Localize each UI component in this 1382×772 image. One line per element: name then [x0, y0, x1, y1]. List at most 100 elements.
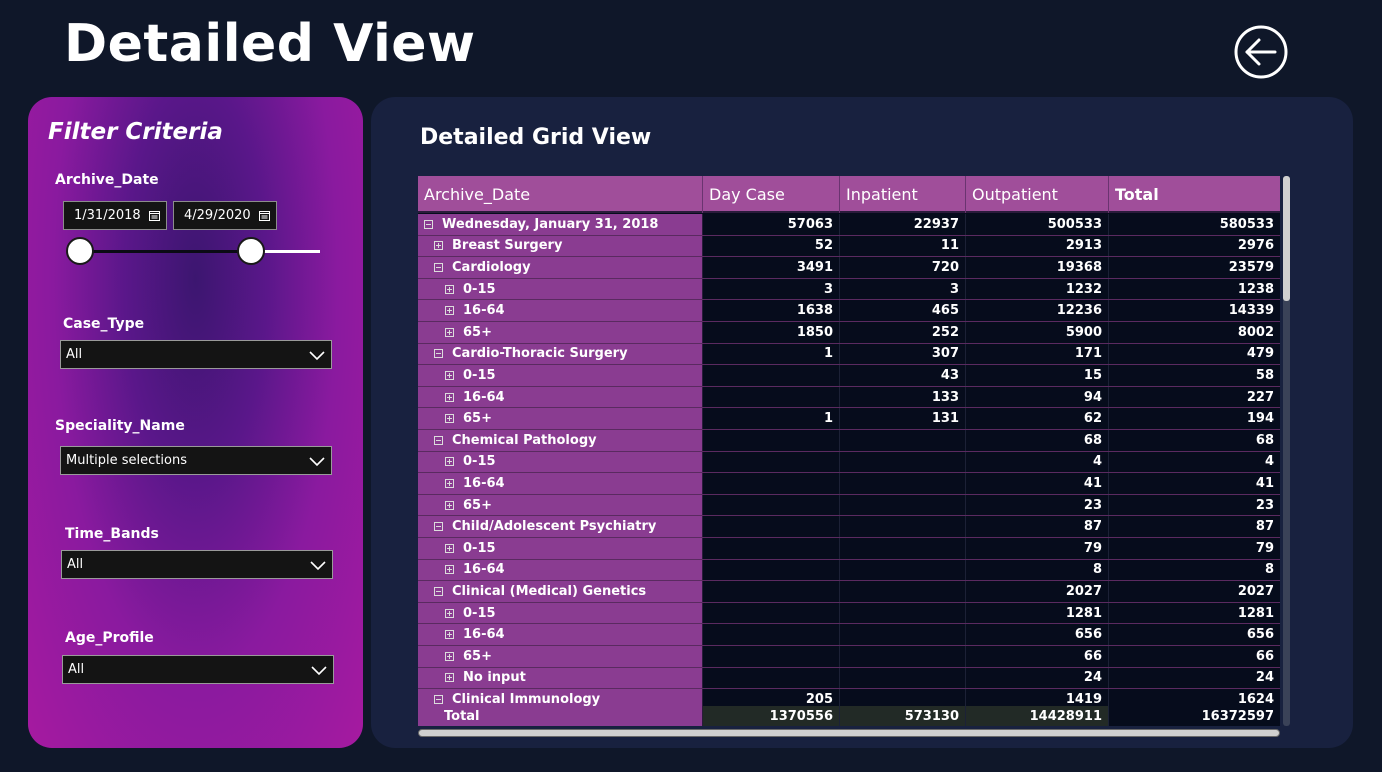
age-profile-dropdown[interactable]: All: [62, 655, 334, 684]
expand-icon[interactable]: [445, 673, 454, 683]
expand-icon[interactable]: [445, 284, 454, 294]
expand-icon[interactable]: [445, 370, 454, 380]
cell-total: 4: [1264, 454, 1274, 470]
back-arrow-icon[interactable]: [1233, 24, 1289, 80]
cell-day-case: [703, 624, 840, 645]
date-slider-track[interactable]: [80, 250, 250, 253]
expand-icon[interactable]: [445, 565, 454, 575]
collapse-icon[interactable]: [434, 262, 443, 272]
cell-day-case: 1: [703, 343, 840, 365]
expand-icon[interactable]: [445, 414, 454, 424]
expand-icon[interactable]: [445, 543, 454, 553]
row-label: 0-15: [418, 451, 703, 473]
row-label-text: 0-15: [463, 540, 496, 556]
row-label-text: 0-15: [463, 281, 496, 297]
expand-icon[interactable]: [445, 500, 454, 510]
cell-total: 24: [1255, 670, 1274, 686]
row-label: Breast Surgery: [418, 235, 703, 257]
collapse-icon[interactable]: [434, 694, 443, 704]
header-outpatient[interactable]: Outpatient: [966, 176, 1109, 213]
expand-icon[interactable]: [445, 478, 454, 488]
cell-inpatient: [840, 538, 966, 559]
cell-outpatient: 8: [966, 559, 1109, 581]
horizontal-scrollbar[interactable]: [418, 729, 1280, 737]
cell-day-case: 57063: [703, 214, 840, 235]
cell-total: 66: [1255, 648, 1274, 664]
end-date-input[interactable]: 4/29/2020: [173, 201, 277, 230]
cell-day-case: [703, 559, 840, 581]
expand-icon[interactable]: [445, 457, 454, 467]
row-label: Cardio-Thoracic Surgery: [418, 343, 703, 365]
calendar-icon[interactable]: [149, 210, 160, 221]
cell-inpatient: [840, 430, 966, 451]
speciality-name-dropdown[interactable]: Multiple selections: [60, 446, 332, 475]
header-archive-date[interactable]: Archive_Date: [418, 176, 703, 213]
expand-icon[interactable]: [445, 651, 454, 661]
row-label: 16-64: [418, 559, 703, 581]
cell-inpatient: 22937: [840, 214, 966, 235]
start-date-input[interactable]: 1/31/2018: [63, 201, 167, 230]
time-bands-label: Time_Bands: [65, 526, 159, 542]
cell-inpatient: 465: [840, 300, 966, 321]
collapse-icon[interactable]: [434, 349, 443, 359]
expand-icon[interactable]: [445, 608, 454, 618]
table-row: 16-64 8 8: [418, 559, 1280, 582]
cell-total: 580533: [1219, 216, 1274, 232]
cell-total: 14339: [1228, 303, 1274, 319]
cell-inpatient: 3: [840, 278, 966, 300]
table-row: 0-15 43 15 58: [418, 365, 1280, 387]
date-slider-start-handle[interactable]: [66, 237, 94, 265]
expand-icon[interactable]: [445, 306, 454, 316]
header-day-case[interactable]: Day Case: [703, 176, 840, 213]
table-row: No input 24 24: [418, 667, 1280, 690]
calendar-icon[interactable]: [259, 210, 270, 221]
cell-outpatient: 15: [966, 365, 1109, 386]
total-row-label: Total: [418, 706, 703, 726]
collapse-icon[interactable]: [424, 219, 433, 229]
cell-outpatient: 94: [966, 386, 1109, 408]
row-label: 16-64: [418, 473, 703, 494]
vertical-scrollbar[interactable]: [1283, 176, 1290, 726]
cell-outpatient: 1281: [966, 602, 1109, 624]
row-label: Clinical (Medical) Genetics: [418, 581, 703, 602]
cell-day-case: 1850: [703, 322, 840, 343]
row-label: 0-15: [418, 602, 703, 624]
row-label: Wednesday, January 31, 2018: [418, 214, 703, 235]
expand-icon[interactable]: [445, 327, 454, 337]
cell-day-case: 52: [703, 235, 840, 257]
row-label: 65+: [418, 322, 703, 343]
cell-outpatient: 656: [966, 624, 1109, 645]
expand-icon[interactable]: [445, 392, 454, 402]
cell-day-case: [703, 430, 840, 451]
chevron-down-icon: [309, 351, 325, 361]
row-label: 16-64: [418, 386, 703, 408]
row-label-text: 0-15: [463, 605, 496, 621]
header-total[interactable]: Total: [1109, 176, 1280, 213]
header-inpatient[interactable]: Inpatient: [840, 176, 966, 213]
cell-outpatient: 87: [966, 516, 1109, 537]
row-label-text: 65+: [463, 324, 492, 340]
collapse-icon[interactable]: [434, 522, 443, 532]
expand-icon[interactable]: [434, 241, 443, 251]
collapse-icon[interactable]: [434, 435, 443, 445]
cell-total: 227: [1246, 389, 1274, 405]
time-bands-dropdown[interactable]: All: [61, 550, 333, 579]
cell-total: 194: [1246, 411, 1274, 427]
cell-outpatient: 2913: [966, 235, 1109, 257]
total-total: 16372597: [1109, 706, 1280, 726]
row-label-text: Chemical Pathology: [452, 432, 597, 448]
cell-inpatient: 307: [840, 343, 966, 365]
row-label: 65+: [418, 494, 703, 516]
case-type-value: All: [66, 347, 83, 362]
cell-total: 656: [1246, 627, 1274, 643]
case-type-dropdown[interactable]: All: [60, 340, 332, 369]
date-slider-end-handle[interactable]: [237, 237, 265, 265]
cell-day-case: [703, 516, 840, 537]
total-inpatient: 573130: [840, 706, 966, 726]
cell-day-case: 3: [703, 278, 840, 300]
expand-icon[interactable]: [445, 630, 454, 640]
total-day-case: 1370556: [703, 706, 840, 726]
vertical-scrollbar-thumb[interactable]: [1283, 176, 1290, 301]
row-label: 16-64: [418, 300, 703, 321]
collapse-icon[interactable]: [434, 586, 443, 596]
